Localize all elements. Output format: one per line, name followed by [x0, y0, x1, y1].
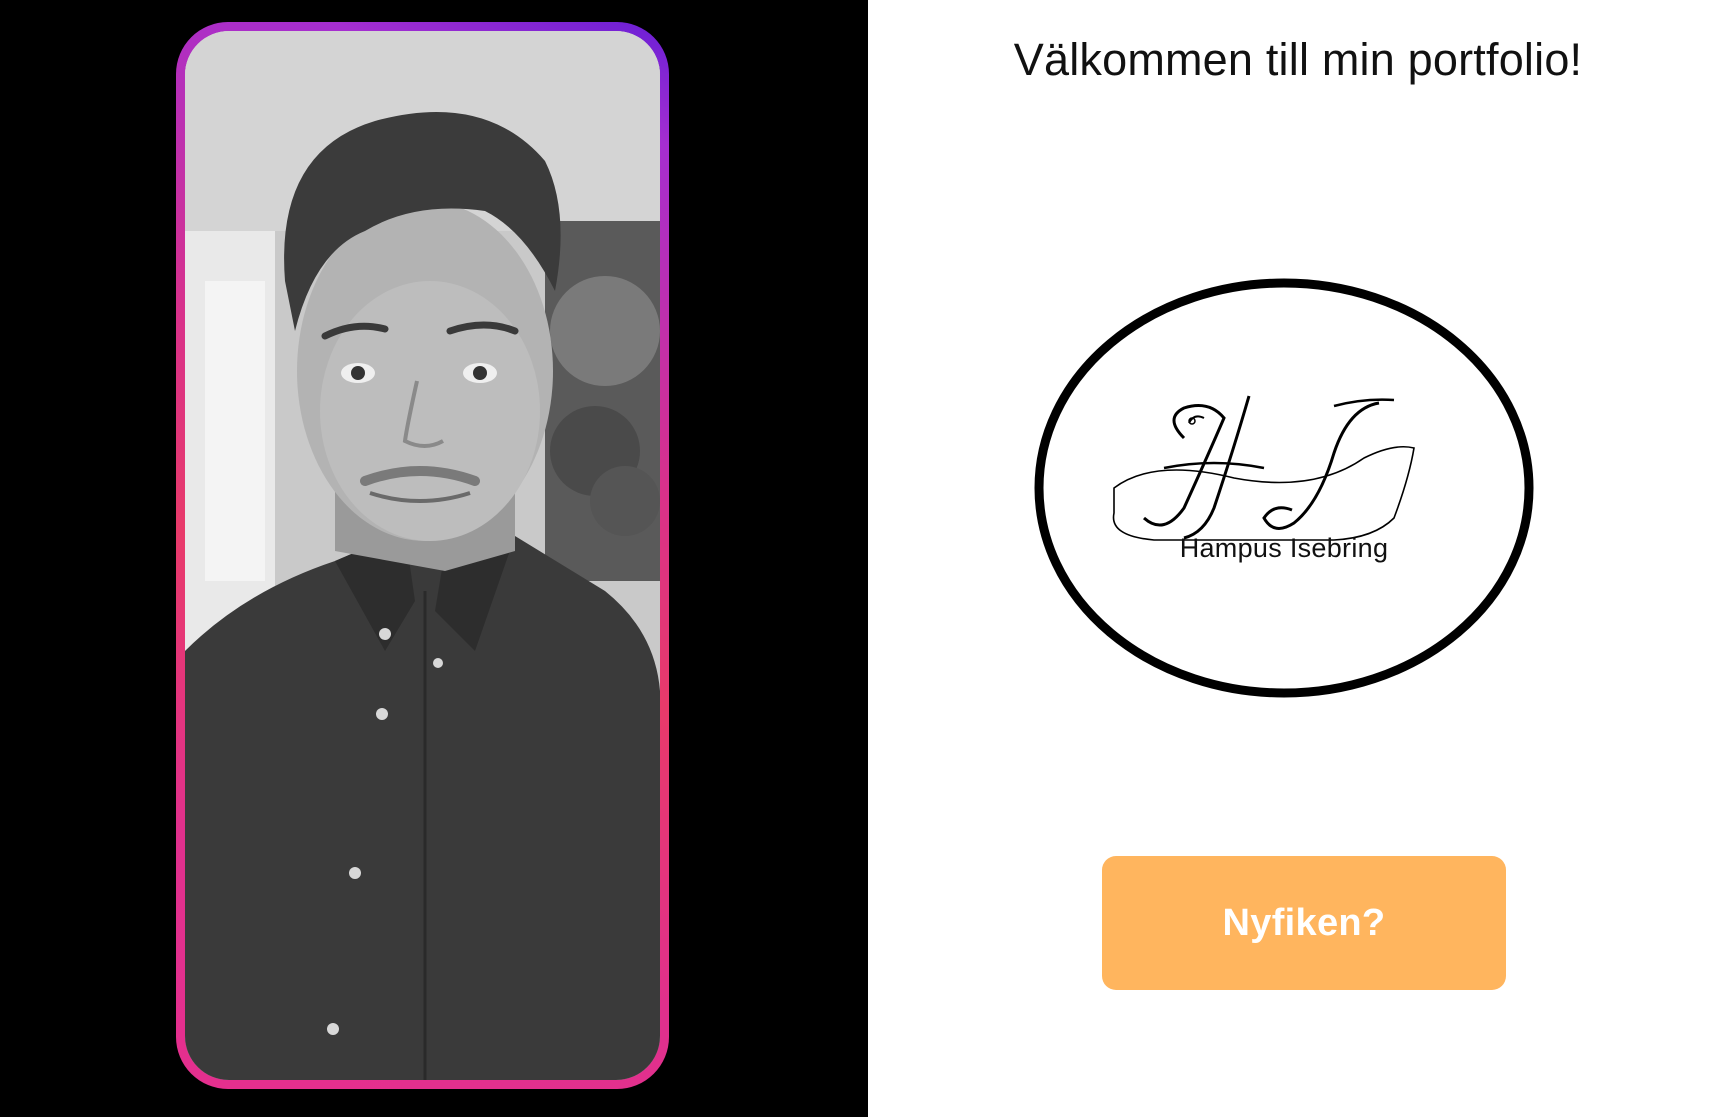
welcome-title: Välkommen till min portfolio!	[1013, 34, 1583, 85]
left-panel	[0, 0, 868, 1117]
photo-frame	[176, 22, 669, 1089]
portrait-photo	[185, 31, 660, 1080]
logo-name: Hampus Isebring	[1179, 533, 1389, 563]
landing-page: Välkommen till min portfolio! Hampus Ise…	[0, 0, 1728, 1117]
curious-button[interactable]: Nyfiken?	[1102, 856, 1506, 990]
portrait-illustration	[185, 31, 660, 1080]
logo-emblem	[1034, 278, 1534, 698]
brand-logo: Hampus Isebring	[1034, 278, 1534, 698]
right-panel: Välkommen till min portfolio! Hampus Ise…	[868, 0, 1728, 1117]
